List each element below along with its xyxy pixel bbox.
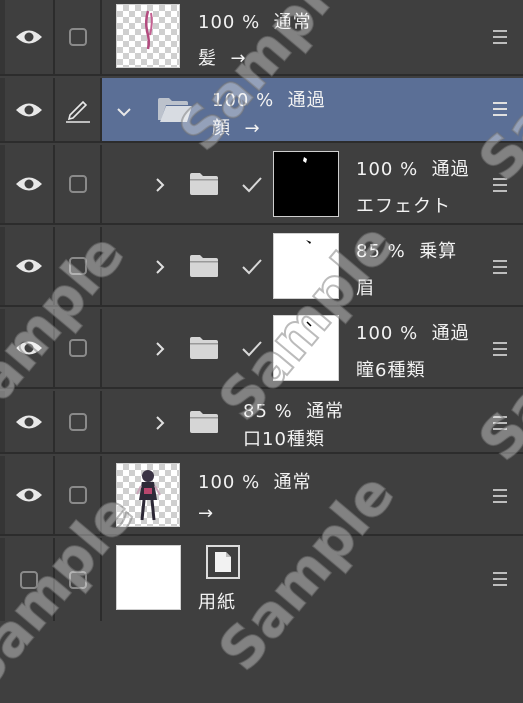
layer-row-eyebrow[interactable]: 85 % 乗算 眉	[0, 227, 523, 307]
check-icon[interactable]	[240, 175, 264, 195]
layer-name: 顔 →	[212, 118, 261, 139]
check-icon[interactable]	[240, 257, 264, 277]
visibility-toggle[interactable]	[5, 145, 55, 223]
visibility-toggle[interactable]	[5, 309, 55, 387]
chevron-right-icon[interactable]	[154, 415, 166, 431]
lock-checkbox[interactable]	[68, 257, 87, 275]
layer-name: 眉	[356, 278, 375, 299]
layer-row-paper[interactable]: 用紙	[0, 538, 523, 621]
eye-icon	[16, 177, 42, 191]
paper-icon	[206, 545, 240, 579]
menu-icon[interactable]	[493, 489, 507, 507]
visibility-toggle[interactable]	[5, 456, 55, 534]
chevron-right-icon[interactable]	[154, 259, 166, 275]
eye-icon	[16, 415, 42, 428]
lock-cell[interactable]	[55, 309, 102, 387]
layer-name: エフェクト	[356, 196, 451, 217]
paper-thumbnail	[116, 545, 181, 610]
menu-icon[interactable]	[493, 102, 507, 120]
eye-icon	[16, 259, 42, 273]
layer-thumbnail	[116, 463, 180, 527]
layer-mask-thumbnail	[273, 233, 339, 299]
pen-icon	[65, 100, 90, 123]
layer-opacity-blend: 100 % 通常	[198, 12, 312, 33]
lock-cell[interactable]	[55, 456, 102, 534]
lock-checkbox[interactable]	[68, 486, 87, 504]
lock-checkbox[interactable]	[68, 28, 87, 46]
layer-opacity-blend: 100 % 通過	[356, 159, 470, 180]
layer-row-mouth[interactable]: 85 % 通常 口10種類	[0, 391, 523, 454]
eye-icon	[16, 341, 42, 355]
folder-open-icon	[158, 98, 192, 122]
lock-cell[interactable]	[55, 227, 102, 305]
folder-icon	[190, 173, 218, 195]
visibility-toggle[interactable]	[5, 391, 55, 452]
lock-checkbox[interactable]	[68, 339, 87, 357]
visibility-checkbox[interactable]	[20, 570, 38, 589]
layer-opacity-blend: 100 % 通過	[212, 90, 326, 111]
layer-row-pupil[interactable]: 100 % 通過 瞳6種類	[0, 309, 523, 389]
check-icon[interactable]	[240, 339, 264, 359]
layer-thumbnail	[116, 4, 180, 68]
folder-icon	[190, 411, 218, 433]
layer-row-face[interactable]: 100 % 通過 顔 →	[0, 78, 523, 143]
lock-cell[interactable]	[55, 391, 102, 452]
layer-row-hair[interactable]: 100 % 通常 髪 →	[0, 0, 523, 76]
menu-icon[interactable]	[493, 342, 507, 360]
layer-row-effect[interactable]: 100 % 通過 エフェクト	[0, 145, 523, 225]
layer-opacity-blend: 85 % 通常	[243, 401, 345, 422]
visibility-toggle[interactable]	[5, 78, 55, 141]
layer-name: 用紙	[198, 592, 236, 613]
layer-name: 口10種類	[243, 429, 325, 450]
layer-mask-thumbnail	[273, 151, 339, 217]
layer-row-body[interactable]: 100 % 通常 →	[0, 456, 523, 536]
visibility-toggle[interactable]	[5, 538, 55, 621]
lock-cell[interactable]	[55, 0, 102, 74]
eye-icon	[16, 30, 42, 44]
layer-opacity-blend: 100 % 通常	[198, 472, 312, 493]
menu-icon[interactable]	[493, 416, 507, 434]
layer-opacity-blend: 85 % 乗算	[356, 241, 458, 262]
eye-icon	[16, 488, 42, 502]
chevron-down-icon[interactable]	[116, 106, 132, 118]
visibility-toggle[interactable]	[5, 227, 55, 305]
menu-icon[interactable]	[493, 260, 507, 278]
layer-opacity-blend: 100 % 通過	[356, 323, 470, 344]
visibility-toggle[interactable]	[5, 0, 55, 74]
lock-checkbox[interactable]	[68, 412, 87, 431]
lock-cell[interactable]	[55, 145, 102, 223]
layer-mask-thumbnail	[273, 315, 339, 381]
layer-arrow: →	[198, 503, 215, 524]
chevron-right-icon[interactable]	[154, 341, 166, 357]
layer-name: 瞳6種類	[356, 360, 426, 381]
folder-icon	[190, 337, 218, 359]
menu-icon[interactable]	[493, 30, 507, 48]
layer-name: 髪 →	[198, 48, 247, 69]
lock-checkbox[interactable]	[68, 175, 87, 193]
menu-icon[interactable]	[493, 178, 507, 196]
lock-cell[interactable]	[55, 538, 102, 621]
eye-icon	[16, 103, 42, 116]
lock-checkbox[interactable]	[68, 570, 87, 589]
edit-target-cell[interactable]	[55, 78, 102, 141]
chevron-right-icon[interactable]	[154, 177, 166, 193]
folder-icon	[190, 255, 218, 277]
menu-icon[interactable]	[493, 572, 507, 590]
